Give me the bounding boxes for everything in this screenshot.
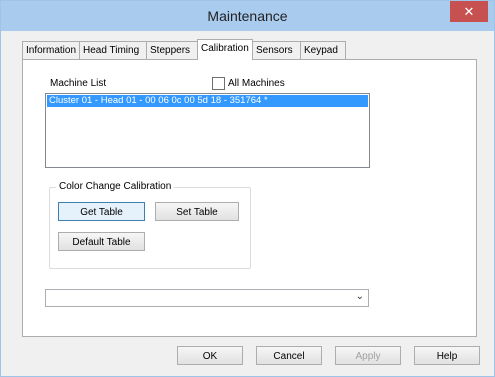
- close-icon: ✕: [463, 4, 475, 19]
- help-button[interactable]: Help: [414, 346, 480, 365]
- machine-list-label: Machine List: [50, 78, 107, 89]
- cancel-button[interactable]: Cancel: [256, 346, 322, 365]
- apply-button[interactable]: Apply: [335, 346, 401, 365]
- group-title: Color Change Calibration: [56, 181, 175, 192]
- chevron-down-icon[interactable]: ⌄: [356, 291, 364, 302]
- tab-steppers[interactable]: Steppers: [146, 41, 198, 59]
- window-title: Maintenance: [207, 8, 288, 24]
- get-table-button[interactable]: Get Table: [58, 202, 145, 221]
- tab-information[interactable]: Information: [22, 41, 80, 59]
- title-bar[interactable]: Maintenance ✕: [1, 1, 494, 31]
- machine-listbox[interactable]: Cluster 01 - Head 01 - 00 06 0c 00 5d 18…: [45, 93, 370, 168]
- set-table-button[interactable]: Set Table: [155, 202, 239, 221]
- tab-calibration[interactable]: Calibration: [197, 39, 253, 60]
- machine-select-combobox[interactable]: ⌄: [45, 289, 369, 307]
- ok-button[interactable]: OK: [177, 346, 243, 365]
- tab-sensors[interactable]: Sensors: [252, 41, 301, 59]
- color-change-calibration-group: [49, 187, 251, 269]
- close-button[interactable]: ✕: [450, 1, 488, 22]
- list-item[interactable]: Cluster 01 - Head 01 - 00 06 0c 00 5d 18…: [47, 95, 368, 107]
- all-machines-checkbox[interactable]: [212, 77, 225, 90]
- tab-head-timing[interactable]: Head Timing: [79, 41, 147, 59]
- tab-keypad[interactable]: Keypad: [300, 41, 346, 59]
- all-machines-label[interactable]: All Machines: [228, 78, 285, 89]
- default-table-button[interactable]: Default Table: [58, 232, 145, 251]
